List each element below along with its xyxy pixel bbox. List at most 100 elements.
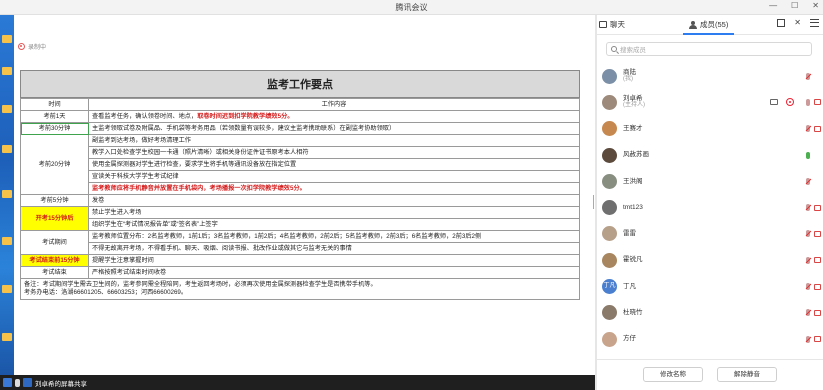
table-row: 教学入口处检查学生校园一卡通（照片清晰）或相关身份证件证书原考本人相符 [21, 146, 580, 159]
member-name: 王洪阁 [623, 177, 643, 185]
mic-muted-icon[interactable] [806, 230, 810, 238]
content-cell: 查看监考任务，确认领卷时间、地点，取卷时间迟到扣学院教学绩效5分。 [88, 110, 580, 123]
share-status-label: 刘卓希的屏幕共享 [35, 380, 87, 388]
note-line: 备注：考试期间学生需去卫生间的，监考参同需全程陪同，考生返回考场时，必须再次使用… [24, 281, 377, 288]
tab-chat-label: 聊天 [610, 20, 625, 29]
time-cell-highlight: 考试结束前15分钟 [20, 254, 89, 267]
member-row[interactable]: 丁凡 丁凡 [597, 273, 823, 299]
table-row: 组织学生在“考试情况报告单”或“签名表”上签字 [21, 218, 580, 231]
table-row: 考试结束 严格按照考试结束时间收卷 [20, 266, 580, 279]
table-row: 考前30分钟 主监考领取试卷及附属品、手机袋等考务用品（若领数量有误较多，建议主… [20, 122, 580, 135]
mic-muted-icon[interactable] [806, 204, 810, 212]
microphone-icon[interactable] [15, 378, 20, 387]
maximize-icon[interactable]: ☐ [791, 1, 798, 10]
unmute-all-button[interactable]: 解除静音 [717, 367, 777, 382]
close-icon[interactable]: ✕ [812, 1, 819, 10]
header-content: 工作内容 [88, 98, 580, 111]
table-row: 不得无故离开考场，不得看手机、聊天、吸烟、阅读书报、批改作业或做其它与监考无关的… [21, 242, 580, 255]
desktop-icon [2, 145, 12, 153]
tab-chat[interactable]: 聊天 [599, 19, 625, 30]
desktop-icon [2, 35, 12, 43]
members-icon [689, 20, 697, 29]
camera-off-icon[interactable] [814, 230, 821, 237]
minimize-icon[interactable]: — [769, 1, 777, 10]
close-panel-icon[interactable]: ✕ [794, 18, 801, 27]
camera-off-icon[interactable] [814, 99, 821, 106]
table-row: 监考教师应将手机静音并放置在手机袋内，考场播报一次扣学院教学绩效5分。 [21, 182, 580, 195]
table-header-row: 时间 工作内容 [20, 98, 580, 111]
exam-duty-table: 时间 工作内容 考前1天 查看监考任务，确认领卷时间、地点，取卷时间迟到扣学院教… [20, 98, 580, 279]
desktop-icon [2, 105, 12, 113]
camera-off-icon[interactable] [814, 204, 821, 211]
member-row[interactable]: 雷雷 [597, 221, 823, 247]
table-row: 考试期间 监考教师位置分布：2名监考教师，1前1后；3名监考教师，1前2后；4名… [20, 230, 580, 255]
avatar [602, 121, 617, 137]
header-time: 时间 [20, 98, 89, 111]
member-row[interactable]: 方仔 [597, 326, 823, 352]
camera-off-icon[interactable] [814, 283, 821, 290]
shared-desktop-strip [0, 15, 14, 375]
member-list: 商陆 (我) 刘卓希 (主持人) 王赛才 风赦苏画 王洪阁 tmt123 雷雷 … [597, 63, 823, 352]
tab-members-label: 成员(55) [700, 20, 729, 29]
mic-active-icon[interactable] [806, 151, 810, 159]
member-row[interactable]: 刘卓希 (主持人) [597, 89, 823, 115]
content-warning: 监考教师应将手机静音并放置在手机袋内，考场播报一次扣学院教学绩效5分。 [88, 182, 580, 195]
member-row[interactable]: tmt123 [597, 194, 823, 220]
member-row[interactable]: 霍锐凡 [597, 247, 823, 273]
content-cell: 不得无故离开考场，不得看手机、聊天、吸烟、阅读书报、批改作业或做其它与监考无关的… [88, 242, 580, 255]
member-name: 王赛才 [623, 124, 643, 132]
content-cell: 教学入口处检查学生校园一卡通（照片清晰）或相关身份证件证书原考本人相符 [88, 146, 580, 159]
member-row[interactable]: 杜晓竹 [597, 300, 823, 326]
mic-muted-icon[interactable] [806, 125, 810, 133]
record-icon [786, 98, 794, 107]
table-row: 使用金属探测器对学生进行检查，要求学生将手机等通讯设备放在指定位置 [21, 158, 580, 171]
tab-members[interactable]: 成员(55) [682, 19, 735, 35]
content-cell: 主监考领取试卷及附属品、手机袋等考务用品（若领数量有误较多，建议主监考携助联系）… [88, 122, 580, 135]
camera-off-icon[interactable] [814, 309, 821, 316]
avatar [602, 252, 617, 268]
desktop-icon [2, 285, 12, 293]
menu-icon[interactable] [810, 18, 819, 27]
content-cell: 监考教师位置分布：2名监考教师，1前1后；3名监考教师，1前2后；4名监考教师，… [88, 230, 580, 243]
mic-muted-icon[interactable] [806, 309, 810, 317]
chat-icon [599, 21, 607, 28]
mic-muted-icon[interactable] [806, 256, 810, 264]
content-text: 查看监考任务，确认领卷时间、地点， [92, 113, 198, 120]
member-name: 商陆 (我) [623, 68, 636, 83]
mic-muted-icon[interactable] [806, 177, 810, 185]
avatar [602, 68, 617, 84]
member-row[interactable]: 商陆 (我) [597, 63, 823, 89]
time-cell: 考试结束 [20, 266, 89, 279]
popout-icon[interactable] [777, 18, 786, 27]
screen-share-icon [770, 99, 778, 106]
document-title: 监考工作要点 [20, 70, 580, 98]
content-cell: 组织学生在“考试情况报告单”或“签名表”上签字 [88, 218, 580, 231]
member-row[interactable]: 风赦苏画 [597, 142, 823, 168]
rename-button[interactable]: 修改名称 [643, 367, 703, 382]
table-row: 考前20分钟 副监考到达考场，做好考场清理工作 [20, 134, 580, 195]
member-name: 丁凡 [623, 282, 636, 290]
mic-muted-icon[interactable] [806, 72, 810, 80]
member-name: 刘卓希 (主持人) [623, 94, 645, 109]
member-name: 霍锐凡 [623, 256, 643, 264]
camera-off-icon[interactable] [814, 125, 821, 132]
member-name: 方仔 [623, 335, 636, 343]
member-row[interactable]: 王洪阁 [597, 168, 823, 194]
camera-off-icon[interactable] [814, 257, 821, 264]
member-search-input[interactable]: 搜索成员 [606, 42, 812, 56]
avatar [602, 173, 617, 189]
window-title: 腾讯会议 [395, 3, 428, 12]
member-row[interactable]: 王赛才 [597, 116, 823, 142]
camera-off-icon[interactable] [814, 336, 821, 343]
member-name: 雷雷 [623, 230, 636, 238]
mic-icon[interactable] [806, 98, 810, 106]
time-cell: 考前30分钟 [20, 122, 89, 135]
mic-muted-icon[interactable] [806, 283, 810, 291]
panel-tools: ✕ [777, 18, 819, 27]
desktop-icon [2, 67, 12, 75]
mic-muted-icon[interactable] [806, 335, 810, 343]
member-name: 风赦苏画 [623, 151, 649, 159]
content-cell: 严格按照考试结束时间收卷 [88, 266, 580, 279]
member-name: tmt123 [623, 203, 643, 211]
recording-badge[interactable]: 录制中 [18, 42, 46, 51]
